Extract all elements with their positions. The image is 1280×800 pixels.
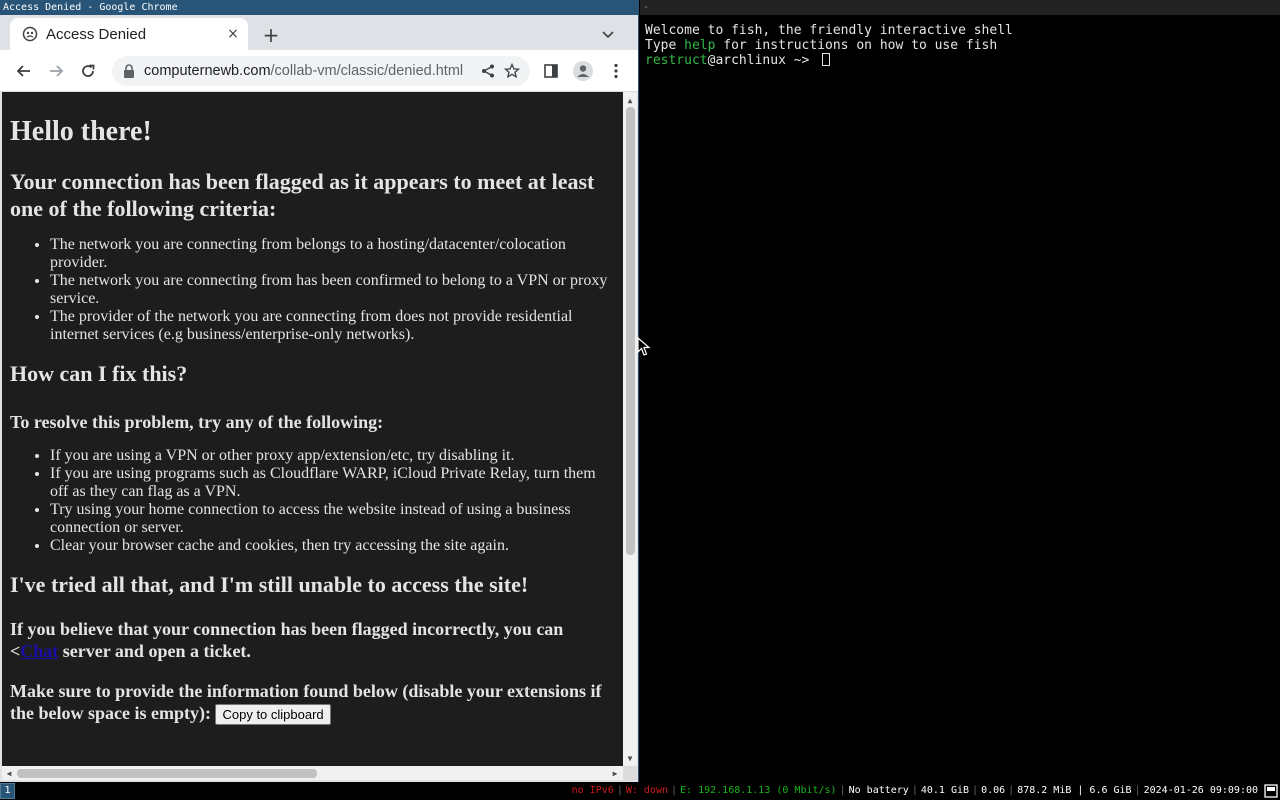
favicon-icon [22,26,38,42]
status-bar: 1 no IPv6 | W: down | E: 192.168.1.13 (0 M… [0,782,1280,800]
workspace-button[interactable]: 1 [0,783,15,799]
prompt-host: @archlinux [707,53,786,68]
prompt-tail: ~> [785,53,818,68]
copy-to-clipboard-button[interactable]: Copy to clipboard [215,704,331,726]
vertical-scroll-thumb[interactable] [626,107,635,555]
kebab-menu-icon[interactable] [604,59,628,83]
scroll-up-arrow-icon[interactable]: ▲ [623,94,637,106]
ethernet-status: E: 192.168.1.13 (0 Mbit/s) [680,785,837,796]
load-status: 0.06 [981,785,1006,796]
tab-access-denied[interactable]: Access Denied × [10,18,248,50]
scrollbar-corner [623,766,637,780]
separator: | [911,785,918,796]
chat-link[interactable]: Chat [20,641,58,661]
flag-heading: Your connection has been flagged as it a… [10,169,595,221]
list-item: Clear your browser cache and cookies, th… [50,537,615,555]
believe-paragraph: If you believe that your connection has … [10,618,615,662]
tray-icon[interactable] [1264,784,1278,798]
disk-status: 40.1 GiB [920,785,970,796]
list-item: If you are using programs such as Cloudf… [50,465,615,501]
wifi-status: W: down [625,785,668,796]
separator: | [1134,785,1141,796]
list-item: The network you are connecting from belo… [50,236,615,272]
info-paragraph: Make sure to provide the information fou… [10,680,615,726]
list-item: Try using your home connection to access… [50,501,615,537]
window-title-bar[interactable]: Access Denied - Google Chrome [0,0,639,15]
share-icon[interactable] [476,59,500,83]
address-bar[interactable]: computernewb.com/collab-vm/classic/denie… [112,56,530,86]
memory-status: 878.2 MiB | 6.6 GiB [1017,785,1132,796]
fixes-list: If you are using a VPN or other proxy ap… [10,447,615,555]
scroll-left-arrow-icon[interactable]: ◀ [4,766,14,780]
believe-text-end: server and open a ticket. [58,641,251,661]
fix-heading: How can I fix this? [10,361,188,386]
tab-strip: Access Denied × + [0,15,638,50]
page-content: Hello there! Your connection has been fl… [2,116,623,726]
tried-heading: I've tried all that, and I'm still unabl… [10,572,529,597]
url-text[interactable]: computernewb.com/collab-vm/classic/denie… [144,63,476,79]
new-tab-button[interactable]: + [258,22,284,48]
help-command: help [684,38,716,53]
vertical-scrollbar[interactable]: ▲ ▼ [623,92,637,766]
list-item: The provider of the network you are conn… [50,308,615,344]
back-arrow-icon[interactable] [12,59,36,83]
url-host: computernewb.com [144,63,271,79]
horizontal-scroll-thumb[interactable] [17,769,317,778]
battery-status: No battery [848,785,909,796]
welcome-line: Welcome to fish, the friendly interactiv… [645,23,1013,38]
reload-icon[interactable] [76,59,100,83]
ipv6-status: no IPv6 [571,785,614,796]
list-item: The network you are connecting from has … [50,272,615,308]
chevron-down-icon[interactable] [596,23,620,47]
datetime-status: 2024-01-26 09:09:00 [1143,785,1258,796]
close-icon[interactable]: × [222,23,244,45]
criteria-list: The network you are connecting from belo… [10,236,615,344]
page-heading: Hello there! [10,116,152,147]
forward-arrow-icon[interactable] [44,59,68,83]
separator: | [1008,785,1015,796]
terminal-output[interactable]: Welcome to fish, the friendly interactiv… [645,23,1013,68]
terminal-title-bar[interactable]: - [640,0,1280,15]
separator: | [616,785,623,796]
url-path: /collab-vm/classic/denied.html [270,63,464,79]
browser-toolbar: computernewb.com/collab-vm/classic/denie… [0,50,638,92]
separator: | [972,785,979,796]
chrome-window: Access Denied - Google Chrome Access Den… [0,0,639,782]
resolve-heading: To resolve this problem, try any of the … [10,412,384,432]
lock-icon[interactable] [122,64,136,78]
status-items: no IPv6 | W: down | E: 192.168.1.13 (0 Mbi… [572,782,1258,800]
horizontal-scrollbar[interactable]: ◀ ▶ [2,766,623,780]
separator: | [839,785,846,796]
terminal-cursor [822,53,831,66]
tab-title: Access Denied [46,25,147,43]
scroll-down-arrow-icon[interactable]: ▼ [623,752,637,764]
help-line-rest: for instructions on how to use fish [715,38,998,53]
bookmark-star-icon[interactable] [500,59,524,83]
mouse-pointer-icon [637,337,651,356]
list-item: If you are using a VPN or other proxy ap… [50,447,615,465]
prompt-user: restruct [645,53,708,68]
scroll-right-arrow-icon[interactable]: ▶ [610,766,620,780]
side-panel-icon[interactable] [539,59,563,83]
help-line-prefix: Type [645,38,685,53]
separator: | [671,785,678,796]
page-viewport[interactable]: Hello there! Your connection has been fl… [2,92,623,766]
profile-avatar-icon[interactable] [571,59,595,83]
terminal-window[interactable]: - Welcome to fish, the friendly interact… [640,0,1280,782]
